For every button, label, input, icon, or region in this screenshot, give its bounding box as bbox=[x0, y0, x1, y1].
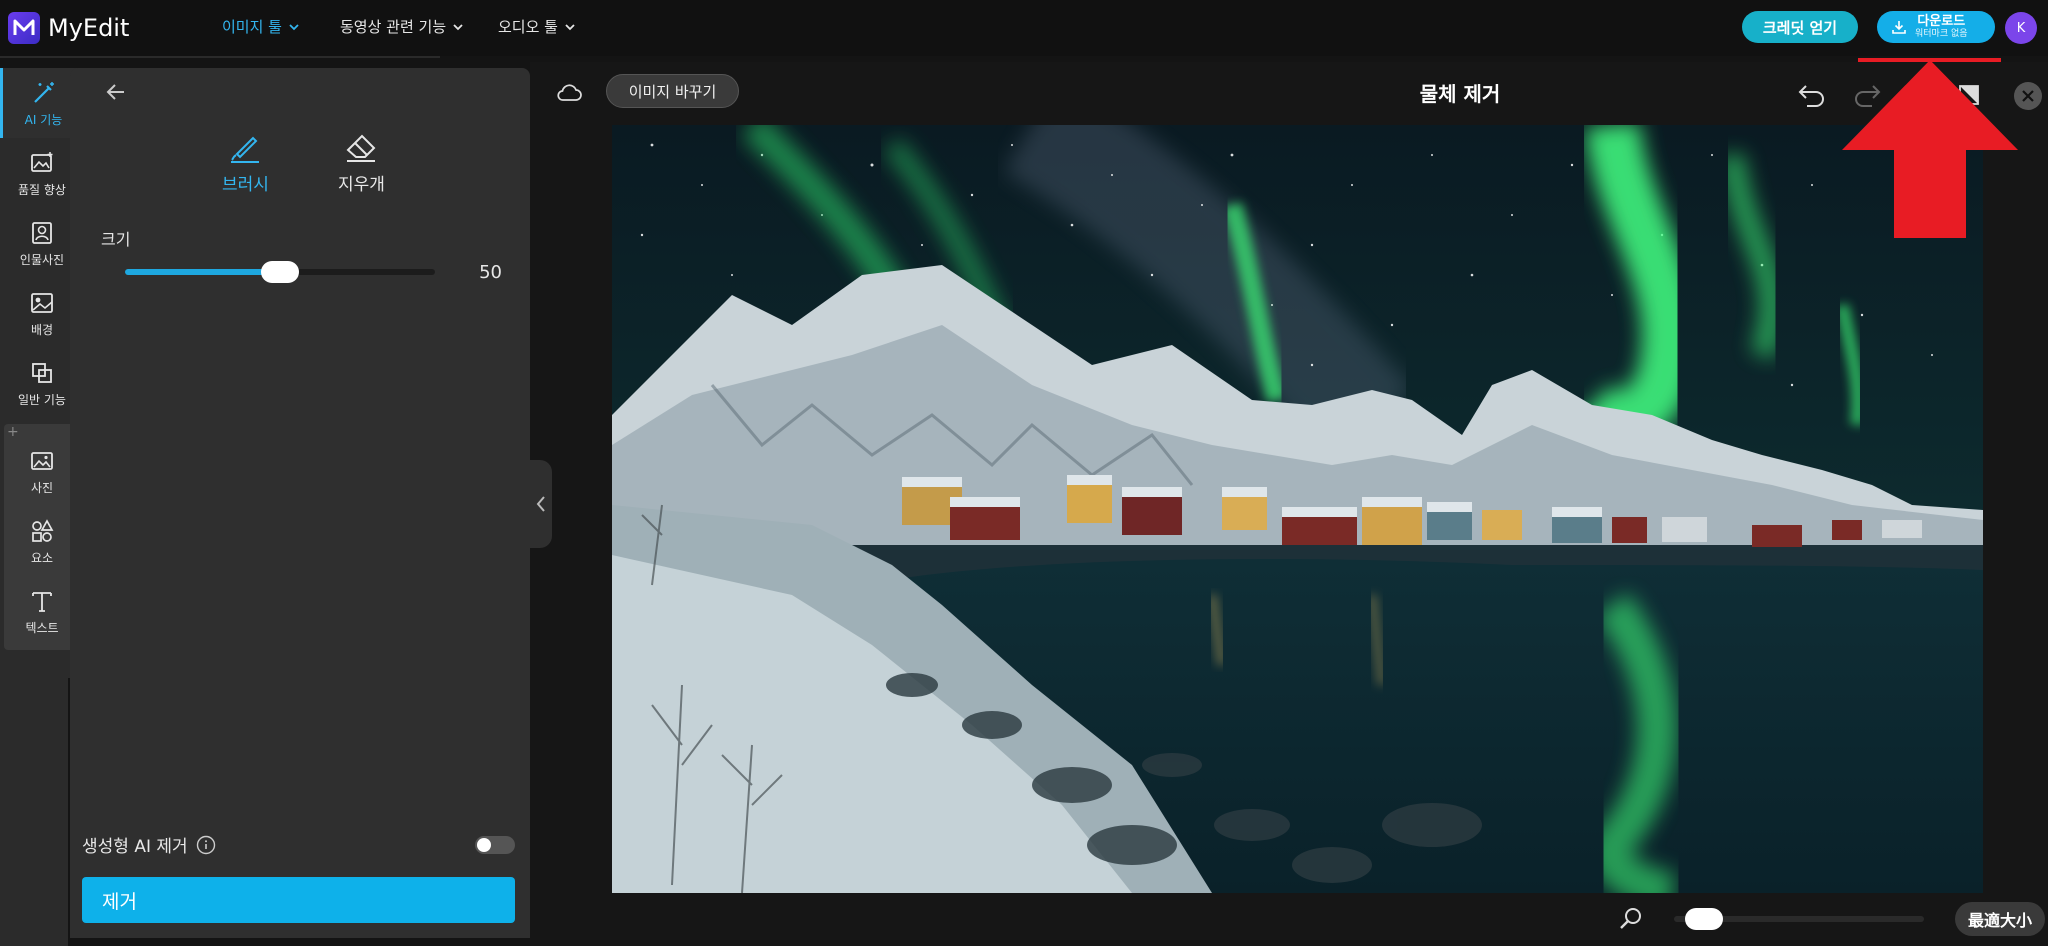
cloud-save-icon[interactable] bbox=[556, 82, 582, 102]
nav-audio-tools[interactable]: 오디오 툴 bbox=[498, 16, 576, 37]
info-icon[interactable] bbox=[196, 835, 216, 855]
close-icon bbox=[2022, 90, 2034, 102]
replace-image-button[interactable]: 이미지 바꾸기 bbox=[606, 74, 739, 108]
brush-tool[interactable]: 브러시 bbox=[222, 128, 269, 195]
rail-item-label: 사진 bbox=[30, 480, 54, 495]
tool-panel bbox=[70, 68, 530, 938]
background-icon bbox=[31, 292, 53, 313]
rail-item-label: 인물사진 bbox=[19, 252, 65, 267]
rail-item-label: 요소 bbox=[30, 550, 54, 565]
rail-item-label: 품질 향상 bbox=[18, 182, 66, 197]
close-button[interactable] bbox=[2014, 82, 2042, 110]
back-arrow-icon[interactable] bbox=[104, 80, 128, 104]
generative-ai-toggle[interactable] bbox=[475, 836, 515, 854]
eraser-icon bbox=[346, 134, 376, 162]
nav-video-tools[interactable]: 동영상 관련 기능 bbox=[340, 16, 464, 37]
nav-label: 이미지 툴 bbox=[222, 18, 282, 36]
size-label: 크기 bbox=[101, 230, 131, 249]
remove-button[interactable]: 제거 bbox=[82, 877, 515, 923]
chevron-down-icon bbox=[453, 23, 463, 30]
left-rail-footer bbox=[0, 678, 68, 946]
size-value: 50 bbox=[479, 262, 502, 283]
eraser-label: 지우개 bbox=[338, 175, 385, 195]
rail-item-label: 일반 기능 bbox=[18, 392, 66, 407]
rail-item-label: AI 기능 bbox=[24, 112, 63, 127]
chevron-left-icon bbox=[536, 496, 545, 512]
rail-item-label: 배경 bbox=[30, 322, 54, 337]
edited-photo[interactable] bbox=[612, 125, 1983, 893]
enhance-image-icon bbox=[31, 151, 53, 172]
top-bar: MyEdit 이미지 툴 동영상 관련 기능 오디오 툴 크레딧 얻기 다운로드… bbox=[0, 0, 2048, 56]
download-button[interactable]: 다운로드 워터마크 없음 bbox=[1877, 11, 1995, 43]
nav-label: 오디오 툴 bbox=[498, 18, 558, 36]
portrait-icon bbox=[32, 221, 52, 244]
nav-label: 동영상 관련 기능 bbox=[340, 18, 447, 36]
myedit-logo-icon bbox=[8, 12, 40, 44]
chevron-down-icon bbox=[565, 23, 575, 30]
slider-fill bbox=[125, 269, 280, 275]
slider-thumb[interactable] bbox=[261, 261, 299, 283]
generative-label-text: 생성형 AI 제거 bbox=[82, 837, 188, 857]
app-name: MyEdit bbox=[48, 14, 130, 42]
user-avatar[interactable]: K bbox=[2005, 12, 2037, 44]
divider bbox=[0, 56, 440, 58]
zoom-icon[interactable] bbox=[1618, 906, 1644, 932]
eraser-tool[interactable]: 지우개 bbox=[338, 128, 385, 195]
photo-icon bbox=[31, 451, 53, 470]
brush-size-slider[interactable] bbox=[125, 261, 435, 283]
page-title: 물체 제거 bbox=[1419, 82, 1501, 106]
generative-ai-remove-label: 생성형 AI 제거 bbox=[82, 832, 216, 857]
toggle-knob bbox=[477, 838, 491, 852]
brush-icon bbox=[231, 136, 260, 163]
shapes-icon bbox=[32, 518, 54, 542]
crop-icon bbox=[32, 362, 52, 383]
zoom-slider[interactable] bbox=[1674, 908, 1924, 930]
rail-item-label: 텍스트 bbox=[25, 620, 59, 635]
get-credits-button[interactable]: 크레딧 얻기 bbox=[1742, 11, 1858, 43]
nav-image-tools[interactable]: 이미지 툴 bbox=[222, 16, 300, 37]
fit-to-screen-button[interactable]: 最適大小 bbox=[1955, 902, 2045, 936]
collapse-panel-button[interactable] bbox=[530, 460, 552, 548]
undo-icon[interactable] bbox=[1797, 80, 1827, 108]
magic-wand-icon bbox=[33, 81, 54, 103]
app-logo[interactable]: MyEdit bbox=[8, 12, 129, 44]
download-icon bbox=[1892, 21, 1906, 34]
chevron-down-icon bbox=[289, 23, 299, 30]
download-sublabel: 워터마크 없음 bbox=[1915, 29, 1968, 39]
text-icon bbox=[32, 591, 52, 612]
red-arrow-annotation bbox=[1842, 60, 2018, 238]
brush-label: 브러시 bbox=[222, 175, 269, 195]
download-label: 다운로드 bbox=[1917, 14, 1966, 29]
zoom-slider-thumb[interactable] bbox=[1684, 908, 1723, 930]
